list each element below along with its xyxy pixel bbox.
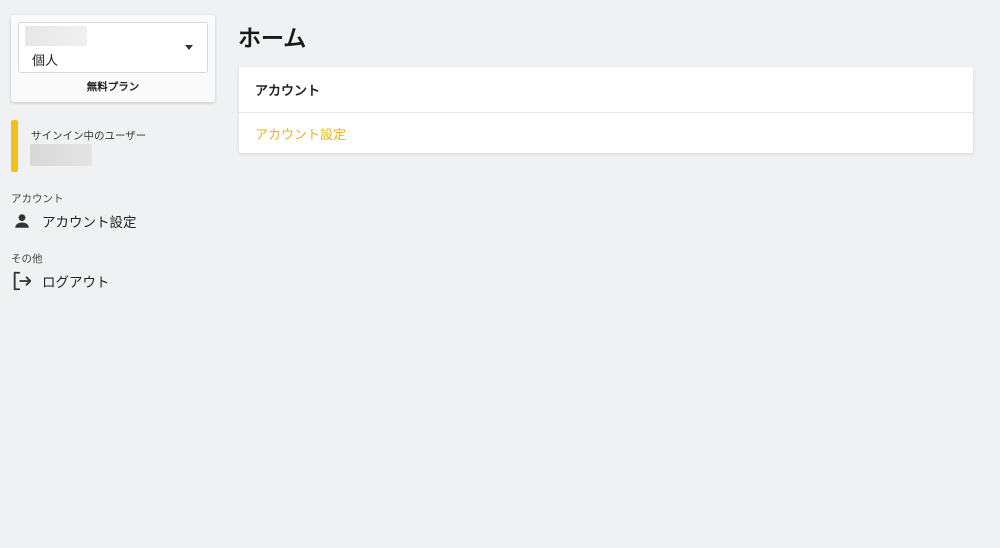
page-title: ホーム [238, 26, 307, 52]
sidebar-item-account-settings[interactable]: アカウント設定 [11, 208, 211, 234]
sidebar-item-label: アカウント設定 [42, 215, 137, 231]
section-title-account: アカウント [11, 193, 64, 205]
account-card: アカウント アカウント設定 [239, 67, 973, 153]
redacted-user-name [30, 144, 92, 166]
accent-bar [11, 120, 18, 172]
sidebar-item-label: ログアウト [42, 275, 110, 291]
signed-in-user-block: サインイン中のユーザー [11, 120, 215, 172]
chevron-down-icon [185, 45, 193, 50]
sidebar: 個人 無料プラン サインイン中のユーザー アカウント アカウント設定 その他 ロ… [0, 0, 226, 548]
account-select-dropdown[interactable]: 個人 [18, 22, 208, 73]
signed-in-user-label: サインイン中のユーザー [31, 130, 147, 142]
sidebar-item-logout[interactable]: ログアウト [11, 268, 211, 294]
redacted-account-name [25, 26, 87, 46]
section-title-other: その他 [11, 253, 43, 265]
card-header: アカウント [239, 67, 973, 113]
plan-label: 無料プラン [86, 81, 140, 93]
person-icon [11, 210, 33, 232]
account-type-label: 個人 [32, 54, 59, 69]
logout-icon [11, 270, 33, 292]
account-settings-link[interactable]: アカウント設定 [239, 113, 973, 143]
account-switcher-card: 個人 無料プラン [11, 15, 215, 102]
